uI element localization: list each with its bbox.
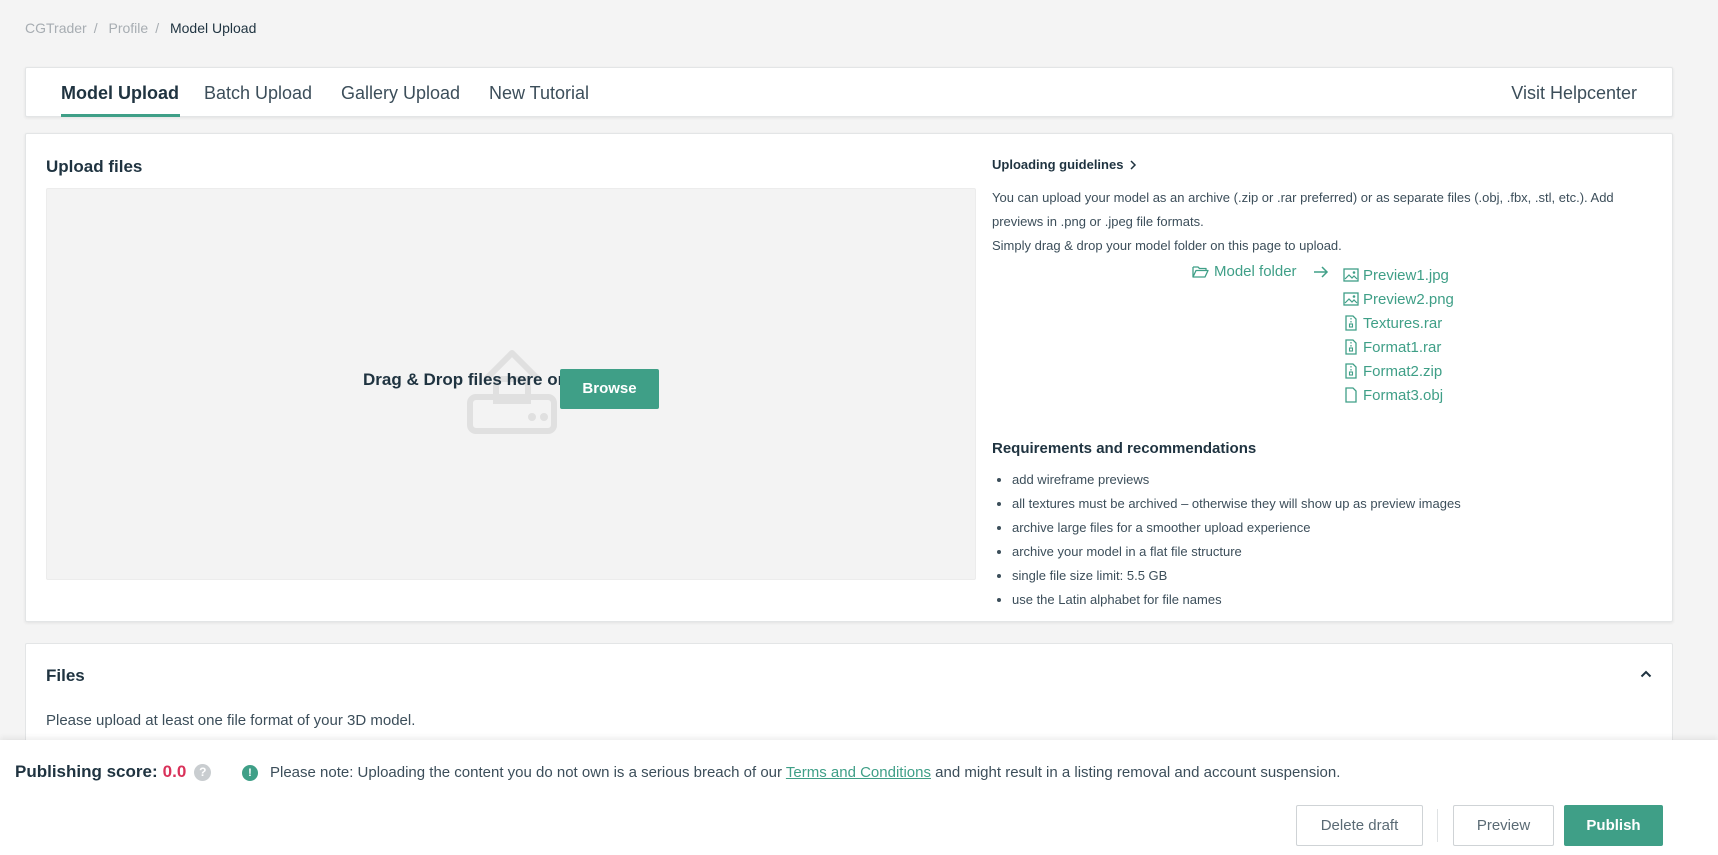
tab-new-tutorial[interactable]: New Tutorial <box>489 68 589 117</box>
arrow-right-icon <box>1314 266 1329 278</box>
question-icon[interactable]: ? <box>194 763 212 781</box>
preview-button[interactable]: Preview <box>1453 805 1554 846</box>
guidelines-paragraph-1: You can upload your model as an archive … <box>992 190 1614 229</box>
uploading-guidelines-link[interactable]: Uploading guidelines <box>992 157 1662 172</box>
dropzone[interactable]: Drag & Drop files here or Browse <box>46 188 976 580</box>
archive-file-icon <box>1345 339 1357 355</box>
list-item: add wireframe previews <box>1012 468 1461 492</box>
folder-structure-example: Model folder Preview1.jpg Preview2.png T… <box>992 263 1662 404</box>
terms-and-conditions-link[interactable]: Terms and Conditions <box>786 764 931 781</box>
uploading-guidelines-title: Uploading guidelines <box>992 157 1124 172</box>
upload-files-title: Upload files <box>46 157 143 176</box>
example-file-list: Preview1.jpg Preview2.png Textures.rar F… <box>1343 263 1454 407</box>
list-item: archive your model in a flat file struct… <box>1012 540 1461 564</box>
tab-batch-upload[interactable]: Batch Upload <box>204 68 312 117</box>
drop-instruction: Drag & Drop files here or <box>363 370 565 389</box>
example-file-item: Preview2.png <box>1343 287 1454 311</box>
upload-files-card: Upload files Drag & Drop files here or B… <box>25 133 1673 622</box>
notice-text-before: Please note: Uploading the content you d… <box>270 764 782 781</box>
chevron-right-icon <box>1130 159 1137 170</box>
files-title: Files <box>46 666 85 685</box>
ownership-notice: ! Please note: Uploading the content you… <box>242 764 1340 781</box>
button-divider <box>1437 809 1438 842</box>
file-icon <box>1345 387 1357 403</box>
files-note: Please upload at least one file format o… <box>46 712 416 729</box>
image-file-icon <box>1343 292 1359 306</box>
upload-background-icon <box>467 350 557 434</box>
visit-helpcenter-link[interactable]: Visit Helpcenter <box>1511 68 1637 119</box>
upload-tabs-bar: Model Upload Batch Upload Gallery Upload… <box>25 67 1673 117</box>
publishing-score-label: Publishing score: <box>15 762 158 781</box>
model-folder-item: Model folder <box>1192 263 1297 280</box>
example-file-name: Preview2.png <box>1363 290 1454 308</box>
image-file-icon <box>1343 268 1359 282</box>
requirements-list: add wireframe previews all textures must… <box>1012 468 1461 612</box>
example-file-name: Textures.rar <box>1363 314 1443 332</box>
breadcrumb-link-profile[interactable]: Profile <box>109 20 149 36</box>
example-file-item: Format3.obj <box>1343 383 1454 407</box>
example-file-item: Format1.rar <box>1343 335 1454 359</box>
list-item: archive large files for a smoother uploa… <box>1012 516 1461 540</box>
publishing-score-value: 0.0 <box>162 762 187 781</box>
breadcrumb-current: Model Upload <box>169 20 257 36</box>
list-item: use the Latin alphabet for file names <box>1012 588 1461 612</box>
example-file-item: Textures.rar <box>1343 311 1454 335</box>
notice-text-after: and might result in a listing removal an… <box>935 764 1341 781</box>
example-file-name: Format2.zip <box>1363 362 1443 380</box>
archive-file-icon <box>1345 315 1357 331</box>
breadcrumb: CGTrader / Profile / Model Upload <box>25 20 257 36</box>
publishing-score: Publishing score: 0.0 ? <box>15 762 212 782</box>
guidelines-paragraph-2: Simply drag & drop your model folder on … <box>992 238 1342 253</box>
list-item: single file size limit: 5.5 GB <box>1012 564 1461 588</box>
info-icon: ! <box>242 764 258 781</box>
example-file-name: Format1.rar <box>1363 338 1442 356</box>
delete-draft-button[interactable]: Delete draft <box>1296 805 1423 846</box>
example-file-name: Preview1.jpg <box>1363 266 1449 284</box>
notice-text: Please note: Uploading the content you d… <box>270 764 1340 781</box>
example-file-item: Preview1.jpg <box>1343 263 1454 287</box>
requirements-title: Requirements and recommendations <box>992 440 1257 457</box>
example-file-item: Format2.zip <box>1343 359 1454 383</box>
folder-open-icon <box>1192 265 1209 278</box>
example-file-name: Format3.obj <box>1363 386 1444 404</box>
browse-button[interactable]: Browse <box>560 369 659 409</box>
chevron-up-icon[interactable] <box>1640 670 1652 678</box>
uploading-guidelines: Uploading guidelines You can upload your… <box>992 157 1662 607</box>
tab-model-upload[interactable]: Model Upload <box>61 68 180 117</box>
publish-button[interactable]: Publish <box>1564 805 1663 846</box>
tab-gallery-upload[interactable]: Gallery Upload <box>341 68 460 117</box>
archive-file-icon <box>1345 363 1357 379</box>
publish-bar: Publishing score: 0.0 ? ! Please note: U… <box>0 740 1718 855</box>
breadcrumb-link-cgtrader[interactable]: CGTrader <box>25 20 87 36</box>
guidelines-text: You can upload your model as an archive … <box>992 186 1662 258</box>
list-item: all textures must be archived – otherwis… <box>1012 492 1461 516</box>
model-folder-label: Model folder <box>1214 263 1297 280</box>
